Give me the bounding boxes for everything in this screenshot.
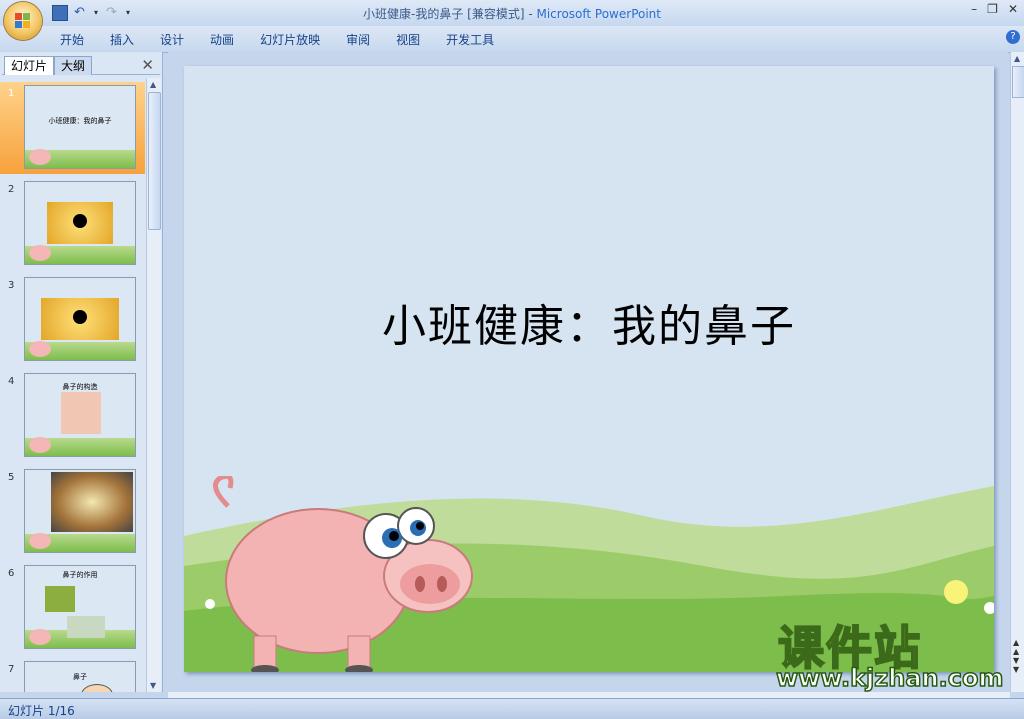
- tab-review[interactable]: 审阅: [346, 31, 370, 48]
- slide-number: 6: [8, 568, 15, 579]
- title-bar: ↶ ▾ ↷ ▾ 小班健康-我的鼻子 [兼容模式] - Microsoft Pow…: [0, 0, 1024, 26]
- tab-insert[interactable]: 插入: [110, 31, 134, 48]
- current-slide[interactable]: 小班健康：我的鼻子: [184, 66, 994, 672]
- restore-button[interactable]: ❐: [987, 2, 998, 16]
- help-icon[interactable]: ?: [1006, 30, 1020, 44]
- nose-photo: [61, 392, 101, 434]
- thumbnail-scrollbar[interactable]: ▲ ▼: [146, 78, 161, 692]
- tab-slides[interactable]: 幻灯片: [4, 56, 55, 75]
- slide-indicator: 幻灯片 1/16: [8, 704, 75, 718]
- mickey-image: [47, 202, 113, 244]
- scroll-down-icon[interactable]: ▼: [150, 681, 156, 690]
- document-title: 小班健康-我的鼻子 [兼容模式]: [363, 7, 525, 21]
- pig-image: [29, 245, 51, 261]
- slide-number: 1: [8, 88, 15, 99]
- ribbon-tabs: 开始 插入 设计 动画 幻灯片放映 审阅 视图 开发工具: [60, 31, 520, 48]
- thumbnail-text: 鼻子的构造: [62, 383, 98, 391]
- slide-number: 7: [8, 664, 15, 675]
- tab-design[interactable]: 设计: [160, 31, 184, 48]
- window-controls: – ❐ ✕: [971, 2, 1018, 16]
- slide-thumbnail-5[interactable]: 5: [0, 466, 145, 558]
- tab-outline[interactable]: 大纲: [54, 56, 93, 75]
- thumbnail-text: 小班健康：我的鼻子: [48, 117, 112, 125]
- pig-image: [29, 533, 51, 549]
- slide-number: 5: [8, 472, 15, 483]
- face-image: [81, 684, 113, 692]
- slide-title[interactable]: 小班健康：我的鼻子: [184, 290, 994, 354]
- office-logo-icon: [15, 13, 31, 29]
- pig-image: [29, 341, 51, 357]
- thumbnail-preview: [24, 181, 136, 265]
- window-title: 小班健康-我的鼻子 [兼容模式] - Microsoft PowerPoint: [363, 7, 661, 21]
- slide-number: 3: [8, 280, 15, 291]
- slide-number: 2: [8, 184, 15, 195]
- scroll-up-icon[interactable]: ▲: [1014, 54, 1020, 63]
- tab-slideshow[interactable]: 幻灯片放映: [260, 31, 320, 48]
- tab-view[interactable]: 视图: [396, 31, 420, 48]
- thumbnail-preview: 鼻子的构造: [24, 373, 136, 457]
- tab-home[interactable]: 开始: [60, 31, 84, 48]
- pig-image: [213, 476, 473, 672]
- pig-image: [29, 629, 51, 645]
- slide-thumbnail-4[interactable]: 4 鼻子的构造: [0, 370, 145, 462]
- scrollbar-thumb[interactable]: [148, 92, 161, 230]
- thumbnail-text: 鼻子: [73, 673, 87, 681]
- watermark-logo: 课件站 www.kjzhan.com: [774, 612, 1014, 693]
- slide-thumbnail-1[interactable]: 1 小班健康：我的鼻子: [0, 82, 145, 174]
- slide-thumbnails: 1 小班健康：我的鼻子 2 3 4 鼻子的构造 5 6 鼻子的作用 7 鼻子: [0, 78, 145, 692]
- scrollbar-thumb[interactable]: [1012, 66, 1024, 98]
- tab-animation[interactable]: 动画: [210, 31, 234, 48]
- thumbnail-preview: 鼻子的作用: [24, 565, 136, 649]
- person-photo: [67, 616, 105, 638]
- scroll-up-icon[interactable]: ▲: [150, 80, 156, 89]
- slide-thumbnail-6[interactable]: 6 鼻子的作用: [0, 562, 145, 654]
- thumbnail-preview: 鼻子: [24, 661, 136, 692]
- slide-thumbnail-7[interactable]: 7 鼻子: [0, 658, 145, 692]
- flower-photo: [45, 586, 75, 612]
- panel-close-button[interactable]: ✕: [141, 56, 154, 74]
- ribbon: 开始 插入 设计 动画 幻灯片放映 审阅 视图 开发工具 ?: [0, 26, 1024, 53]
- mickey-image: [41, 298, 119, 340]
- pig-image: [29, 149, 51, 165]
- status-bar: 幻灯片 1/16: [0, 698, 1024, 719]
- thumbnail-text: 鼻子的作用: [62, 571, 98, 579]
- thumbnail-preview: 小班健康：我的鼻子: [24, 85, 136, 169]
- close-button[interactable]: ✕: [1008, 2, 1018, 16]
- thumbnail-preview: [24, 277, 136, 361]
- slide-thumbnail-2[interactable]: 2: [0, 178, 145, 270]
- panel-tabs: 幻灯片 大纲 ✕: [2, 54, 160, 75]
- slides-panel: 幻灯片 大纲 ✕ 1 小班健康：我的鼻子 2 3 4 鼻子的构造 5 6 鼻子的…: [0, 52, 163, 692]
- watermark-url: www.kjzhan.com: [775, 663, 1004, 693]
- thumbnail-preview: [24, 469, 136, 553]
- tab-developer[interactable]: 开发工具: [446, 31, 494, 48]
- slide-editing-area: 小班健康：我的鼻子: [168, 52, 1008, 692]
- slide-scrollbar[interactable]: ▲ ▲ ▲ ▼ ▼: [1010, 52, 1024, 692]
- app-name: Microsoft PowerPoint: [536, 7, 661, 21]
- pig-image: [29, 437, 51, 453]
- slide-number: 4: [8, 376, 15, 387]
- office-button[interactable]: [4, 2, 42, 40]
- food-photo: [51, 472, 133, 532]
- minimize-button[interactable]: –: [971, 2, 977, 16]
- slide-thumbnail-3[interactable]: 3: [0, 274, 145, 366]
